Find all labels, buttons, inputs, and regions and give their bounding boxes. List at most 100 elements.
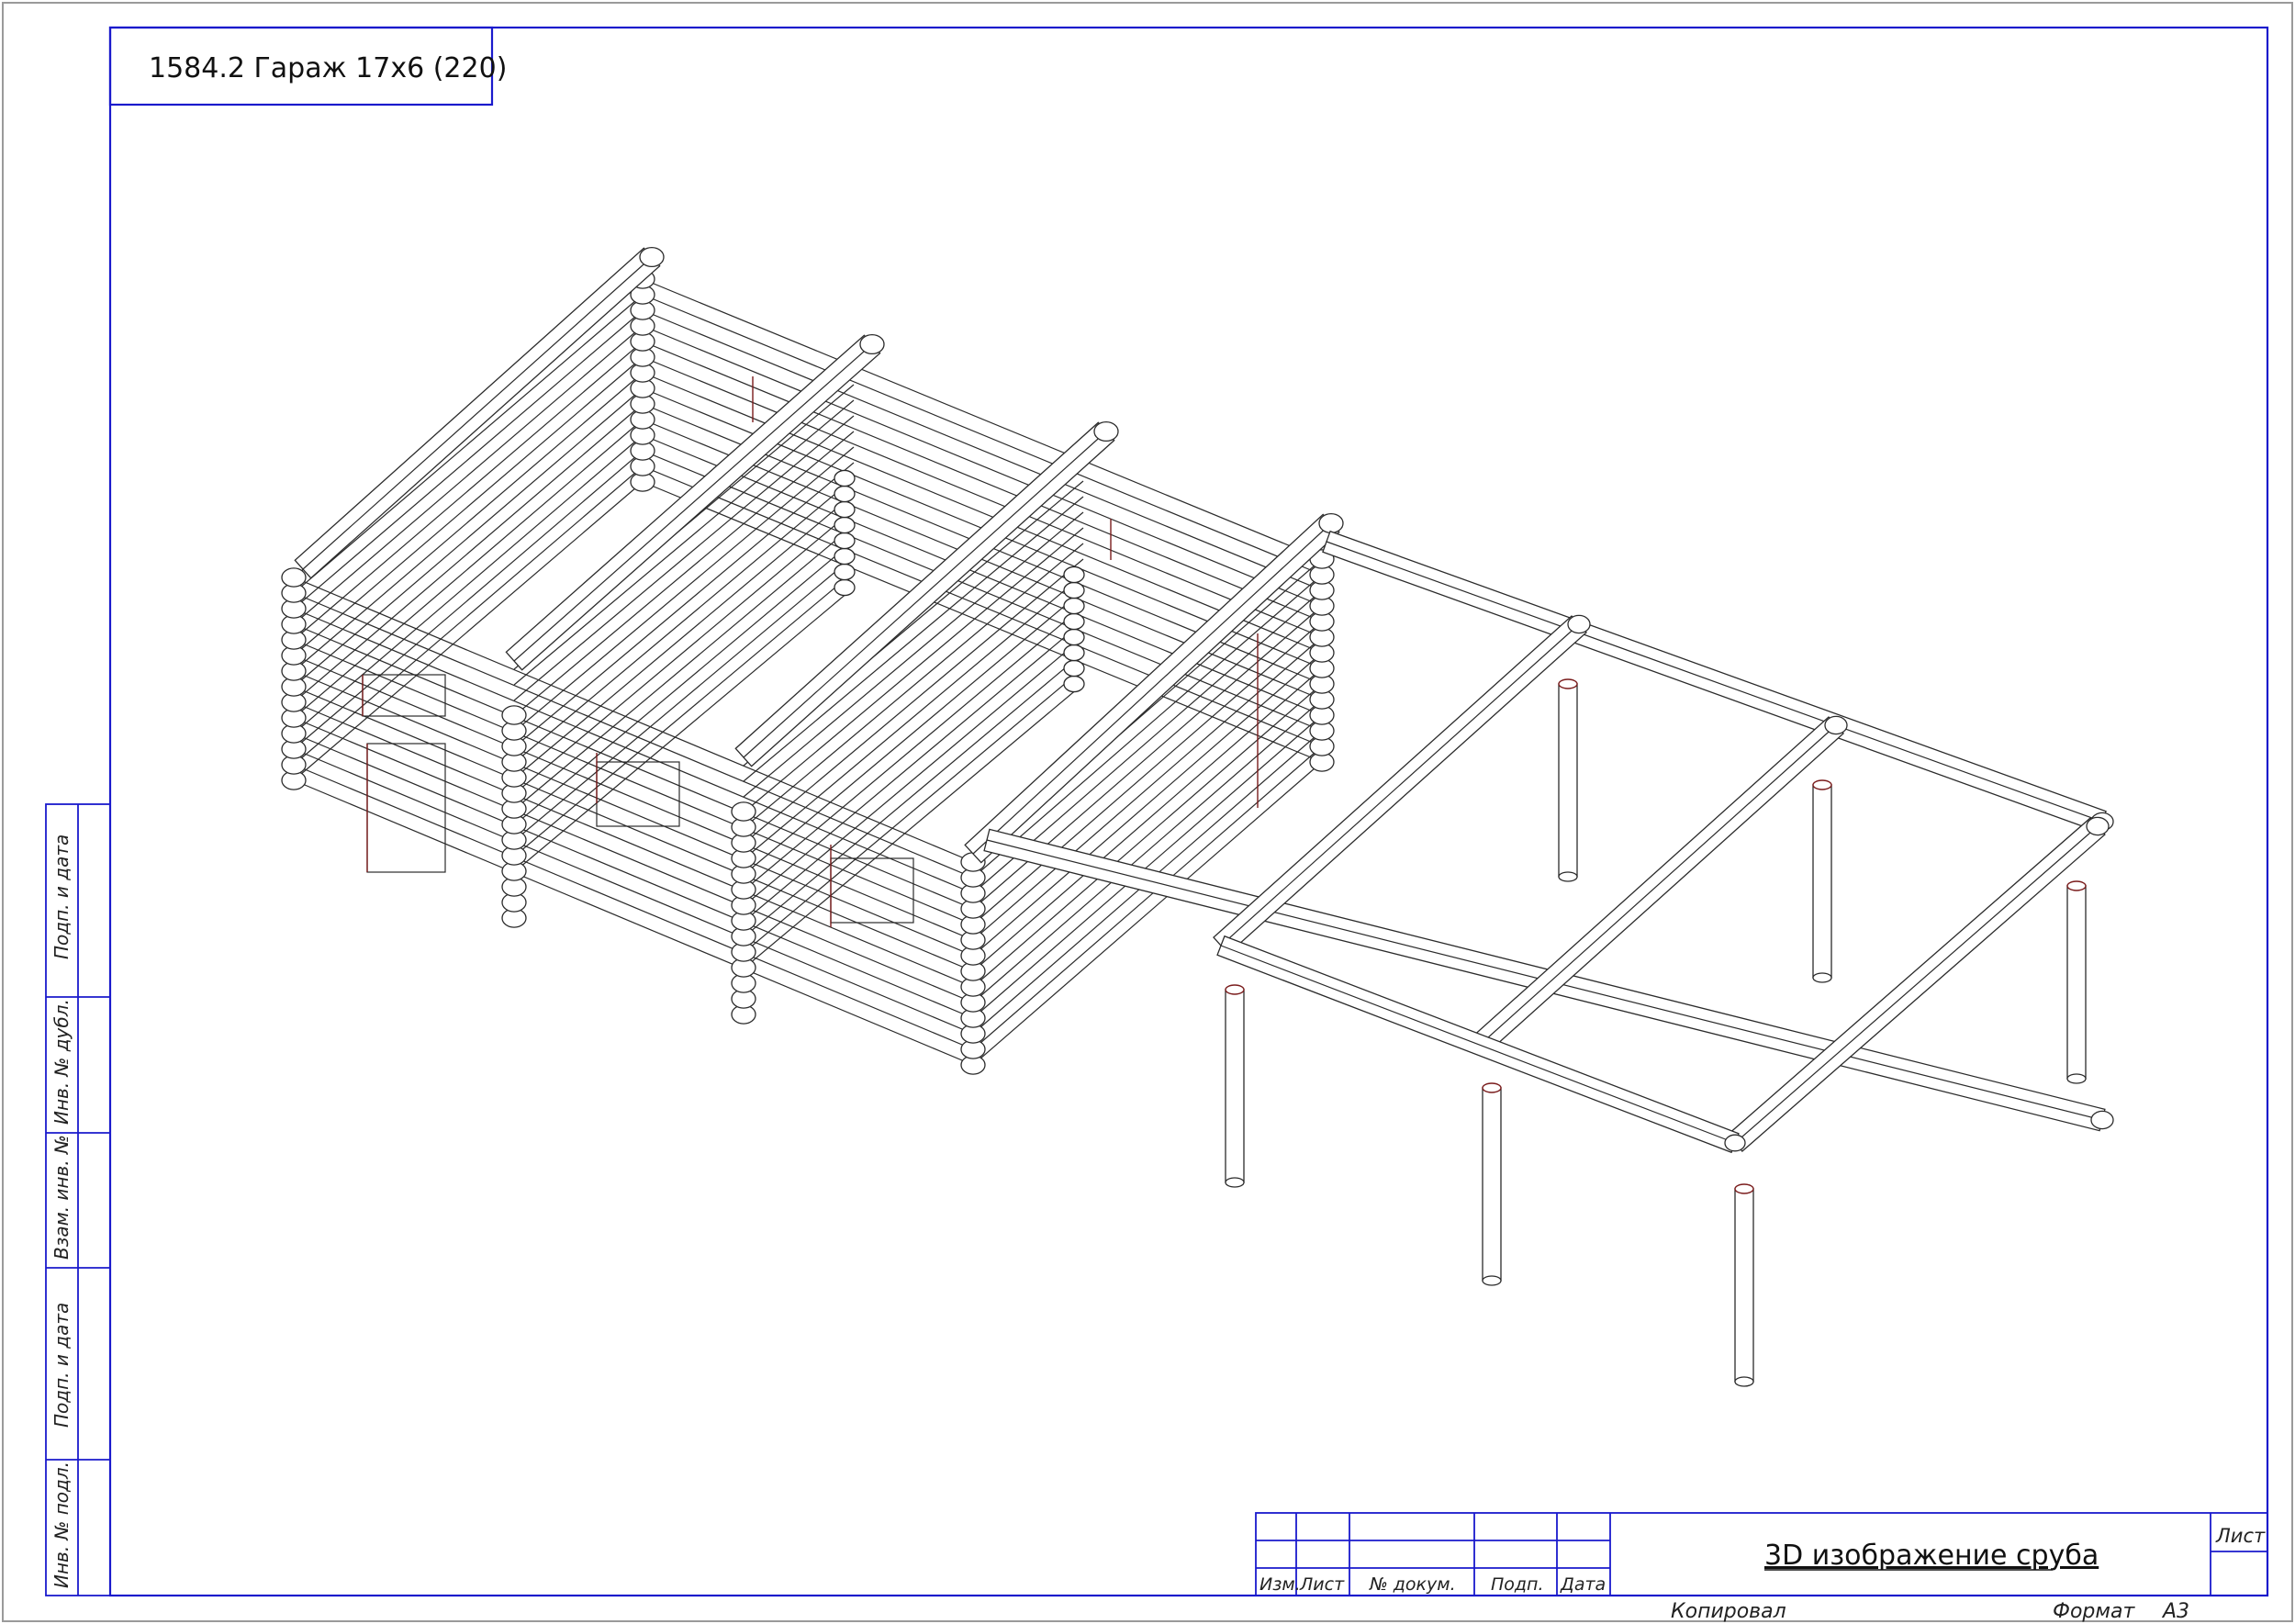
drawing-title: 1584.2 Гараж 17х6 (220) — [149, 52, 507, 84]
log-end — [834, 563, 856, 581]
format-label: Формат — [2053, 1600, 2135, 1623]
post-2 — [1482, 1087, 1502, 1282]
log-end — [281, 567, 307, 588]
post-4-base — [1558, 871, 1578, 882]
log-end — [834, 578, 856, 597]
canopy-cross-beam-3-end — [2086, 816, 2110, 836]
format-value: А3 — [2161, 1600, 2189, 1623]
canopy-front-beam-end — [1724, 1134, 1746, 1152]
copied-label: Копировал — [1671, 1600, 1786, 1623]
log-course — [743, 589, 1084, 876]
log-end — [1063, 675, 1085, 693]
log-course — [293, 294, 644, 594]
post-3-pin — [1734, 1183, 1754, 1194]
log-course — [972, 605, 1323, 910]
log-course — [293, 717, 974, 1003]
corner-partition-2 — [731, 801, 756, 1025]
canopy-side-beam-front-end — [2090, 1110, 2114, 1130]
ridge-beam-0-end — [639, 246, 665, 268]
ridge-beam-2-end — [1093, 420, 1119, 442]
log-course — [513, 493, 855, 779]
post-4 — [1558, 683, 1578, 878]
log-end — [1063, 659, 1085, 678]
post-6 — [2066, 885, 2087, 1080]
canopy-side-beam-back-axis — [1326, 541, 2103, 823]
canopy-cross-beam-1-end — [1567, 614, 1591, 634]
log-course — [293, 686, 974, 972]
canopy-cross-beam-2-end — [1824, 715, 1848, 735]
log-course — [642, 434, 1323, 716]
drawing-sheet: 1584.2 Гараж 17х6 (220) Инв. № подл. Под… — [2, 2, 2293, 1623]
post-1-base — [1225, 1177, 1245, 1188]
title-block: Изм. Лист № докум. Подп. Дата Лист 3D из… — [1255, 1512, 2268, 1596]
log-course — [293, 655, 974, 941]
post-3-base — [1734, 1376, 1754, 1387]
log-house-3d-model — [281, 246, 2114, 1387]
corner-back-inner-1 — [834, 469, 856, 597]
log-course — [743, 496, 1084, 782]
log-course — [293, 733, 974, 1019]
log-course — [513, 540, 855, 826]
stamp-inv-dubl: Инв. № дубл. — [50, 999, 73, 1125]
post-1-pin — [1225, 984, 1245, 995]
col-izm: Изм. — [1259, 1574, 1301, 1595]
log-course — [293, 670, 974, 957]
log-course — [293, 419, 644, 719]
post-6-pin — [2066, 880, 2087, 891]
post-5 — [1812, 784, 1832, 979]
log-course — [642, 450, 1323, 732]
stamp-vzam-inv: Взам. инв. № — [50, 1135, 73, 1260]
ridge-beam-3-axis — [972, 522, 1332, 855]
drawing-frame — [108, 26, 2269, 1597]
stamp-podp-data-2: Подп. и дата — [50, 834, 73, 959]
log-end — [834, 500, 856, 519]
log-course — [972, 683, 1323, 988]
ridge-beam-3-end — [1318, 512, 1344, 534]
log-course — [293, 403, 644, 703]
corner-partition-1 — [501, 705, 527, 928]
log-course — [743, 527, 1084, 813]
log-course — [293, 748, 974, 1035]
log-course — [642, 465, 1323, 747]
log-end — [834, 516, 856, 534]
ridge-beam-1-end — [859, 333, 885, 355]
log-course — [513, 431, 855, 717]
stamp-podp-data-1: Подп. и дата — [50, 1303, 73, 1428]
stamp-inv-podl: Инв. № подл. — [50, 1462, 73, 1588]
log-end — [834, 532, 856, 550]
log-course — [293, 309, 644, 610]
sheet-label: Лист — [2215, 1525, 2266, 1547]
log-end — [834, 485, 856, 503]
log-end — [1063, 628, 1085, 646]
post-5-pin — [1812, 779, 1832, 790]
outer-border — [2, 2, 2293, 1622]
log-course — [293, 356, 644, 656]
side-stamp: Инв. № подл. Подп. и дата Взам. инв. № И… — [45, 803, 111, 1596]
col-list: Лист — [1299, 1574, 1345, 1595]
log-end — [1063, 566, 1085, 584]
log-end — [1063, 581, 1085, 599]
log-course — [293, 764, 974, 1050]
corner-back-inner-2 — [1063, 566, 1085, 693]
log-end — [731, 801, 756, 822]
ridge-beam-0-axis — [302, 256, 653, 570]
log-end — [834, 547, 856, 566]
post-3 — [1734, 1188, 1754, 1383]
log-course — [513, 524, 855, 811]
col-podp: Подп. — [1491, 1574, 1544, 1595]
log-course — [513, 399, 855, 686]
log-course — [642, 278, 1323, 560]
post-5-base — [1812, 972, 1832, 983]
ridge-beam-2-axis — [743, 431, 1107, 758]
post-1 — [1225, 989, 1245, 1183]
post-4-pin — [1558, 678, 1578, 689]
log-course — [293, 701, 974, 988]
post-6-base — [2066, 1073, 2087, 1084]
log-end — [834, 469, 856, 487]
sheet-name: 3D изображение сруба — [1764, 1540, 2099, 1572]
col-data: Дата — [1560, 1574, 1606, 1595]
log-course — [743, 511, 1084, 798]
log-course — [293, 639, 974, 925]
log-end — [501, 705, 527, 725]
log-end — [1063, 644, 1085, 662]
